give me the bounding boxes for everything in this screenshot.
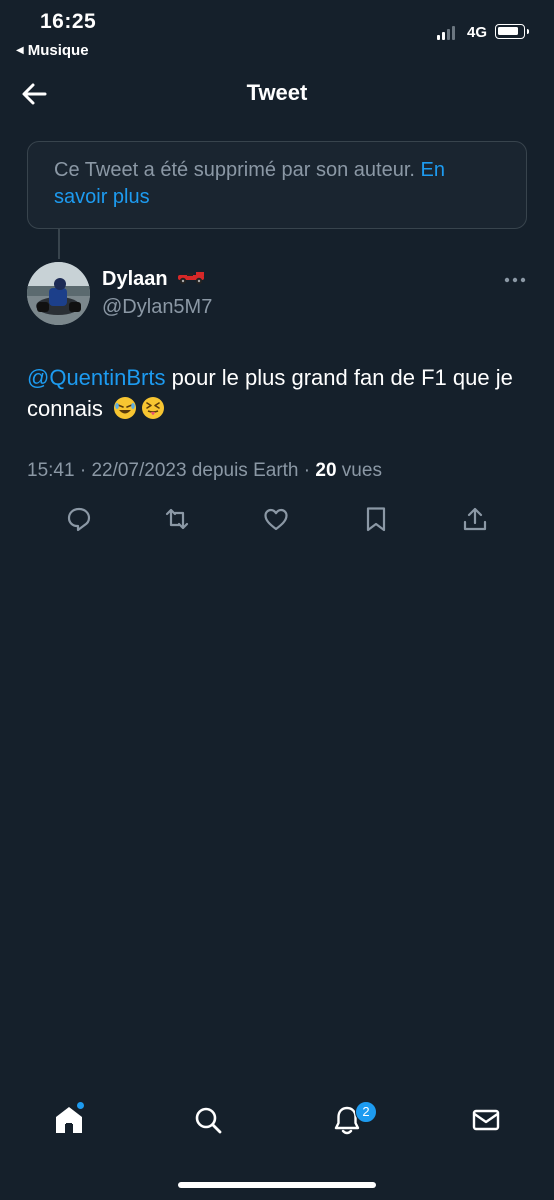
tab-messages[interactable] <box>470 1104 504 1138</box>
tweet-time: 15:41 <box>27 460 75 481</box>
meta-separator: · <box>298 460 316 481</box>
deleted-tweet-notice: Ce Tweet a été supprimé par son auteur. … <box>27 141 527 229</box>
back-app-label: Musique <box>27 42 89 59</box>
tweet-meta: 15:41 · 22/07/2023 depuis Earth · 20 vue… <box>27 460 382 482</box>
like-button[interactable] <box>262 505 292 535</box>
deleted-notice-text: Ce Tweet a été supprimé par son auteur. <box>54 159 421 181</box>
retweet-button[interactable] <box>163 505 193 535</box>
cellular-signal-icon <box>437 24 455 40</box>
network-type: 4G <box>467 24 488 41</box>
mention-link[interactable]: @QuentinBrts <box>27 365 166 390</box>
unread-dot <box>77 1102 84 1109</box>
views-label: vues <box>336 460 382 481</box>
like-icon <box>264 508 288 531</box>
reply-icon <box>67 507 91 532</box>
thread-connector-line <box>58 229 60 259</box>
author-name: Dylaan <box>102 268 168 290</box>
battery-icon <box>495 24 529 39</box>
share-icon <box>463 507 487 531</box>
back-triangle-icon: ◀ <box>16 45 24 56</box>
squinting-tongue-icon <box>141 396 165 420</box>
tweet-date-source: 22/07/2023 depuis Earth <box>91 460 299 481</box>
tab-search[interactable] <box>192 1104 226 1138</box>
tab-home[interactable] <box>53 1104 87 1138</box>
bookmark-button[interactable] <box>362 505 392 535</box>
share-button[interactable] <box>461 505 491 535</box>
more-options-icon[interactable] <box>502 270 528 290</box>
home-indicator[interactable] <box>178 1182 376 1188</box>
notifications-badge: 2 <box>355 1101 377 1123</box>
avatar[interactable] <box>27 262 90 325</box>
page-title: Tweet <box>246 80 308 105</box>
author-name-row[interactable]: Dylaan <box>102 268 206 291</box>
views-count[interactable]: 20 <box>315 460 336 481</box>
race-car-icon <box>176 268 206 291</box>
rolling-on-floor-laughing-icon <box>113 396 137 420</box>
messages-icon <box>472 1109 500 1131</box>
tweet-text: @QuentinBrts pour le plus grand fan de F… <box>27 362 532 424</box>
back-to-app-link[interactable]: ◀ Musique <box>16 42 89 59</box>
retweet-icon <box>165 508 189 530</box>
meta-separator: · <box>74 460 92 481</box>
reply-button[interactable] <box>65 505 95 535</box>
bookmark-icon <box>366 507 386 532</box>
search-icon <box>195 1107 222 1134</box>
author-handle[interactable]: @Dylan5M7 <box>102 296 212 319</box>
status-time: 16:25 <box>40 10 97 33</box>
